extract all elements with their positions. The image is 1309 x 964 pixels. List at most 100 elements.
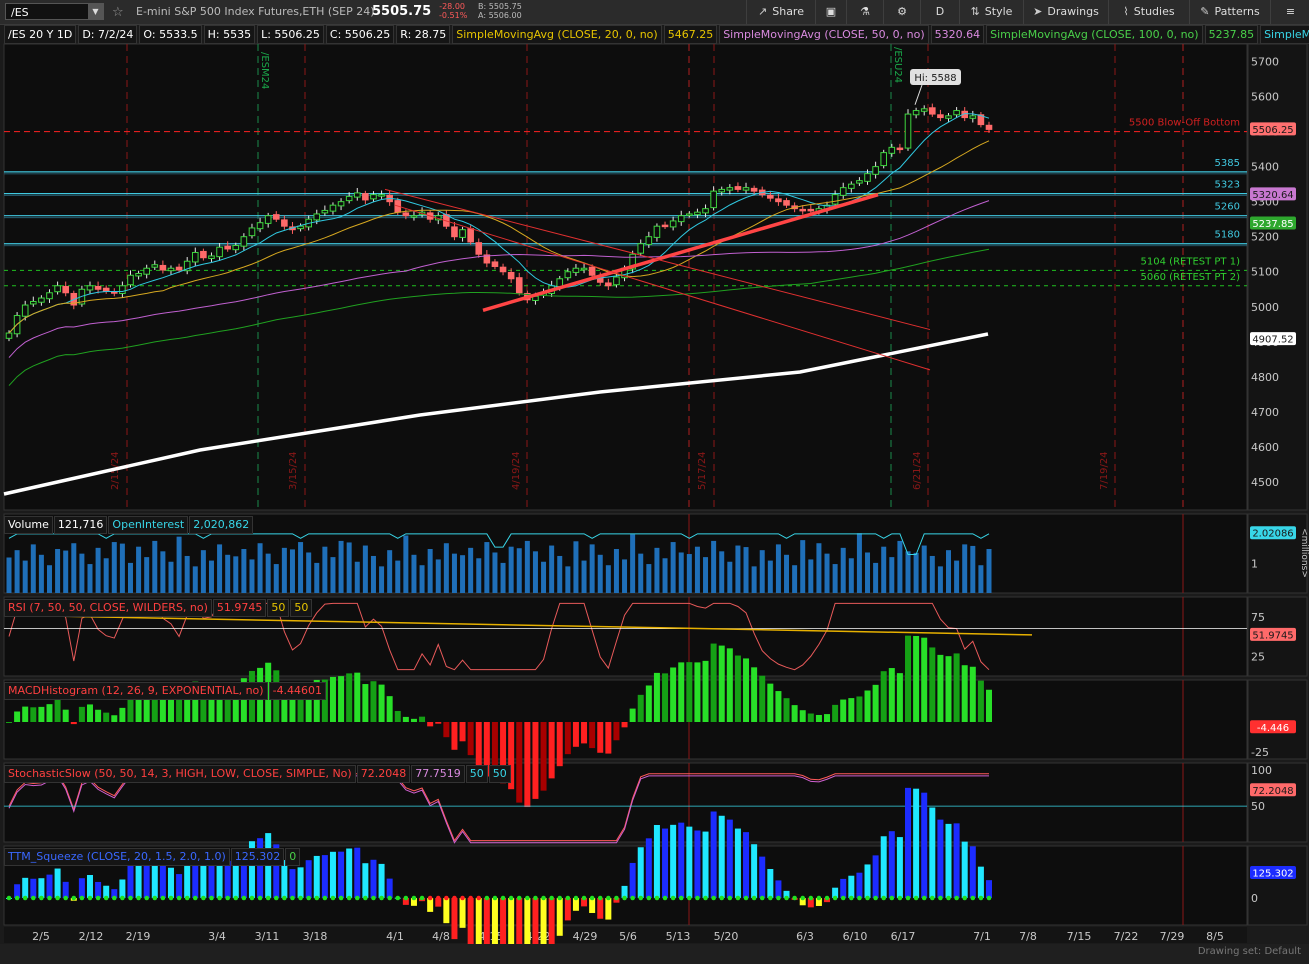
macd-bar (824, 714, 831, 722)
ttm-bar (119, 879, 126, 898)
ttm-squeeze-dot (6, 895, 12, 901)
volume-bar (451, 553, 457, 593)
ttm-squeeze-dot (865, 895, 870, 901)
stoch-title: StochasticSlow (50, 50, 14, 3, HIGH, LOW… (4, 765, 512, 783)
macd-bar (135, 696, 142, 722)
candle-body (588, 266, 596, 276)
candle-body (945, 115, 952, 119)
ttm-squeeze-dot (79, 895, 85, 901)
ttm-bar (289, 869, 296, 898)
ttm-value: 125.302 (230, 848, 285, 866)
volume-bar (694, 546, 700, 593)
ttm-squeeze-dot (144, 895, 149, 901)
candle-body (200, 250, 207, 259)
candle-body (208, 255, 215, 259)
candle-body (151, 264, 159, 268)
ttm-bar (840, 878, 847, 898)
stoch-ob: 50 (465, 765, 488, 783)
price-tick-label: 5000 (1251, 301, 1279, 314)
ttm-squeeze-dot (298, 895, 303, 901)
candle-body (807, 208, 815, 212)
ttm-squeeze-dot (776, 895, 781, 901)
x-tick-label: 4/8 (432, 930, 450, 943)
volume-bar (427, 549, 433, 593)
volume-bar (87, 564, 93, 593)
volume-bar (962, 544, 968, 593)
macd-bar (354, 672, 361, 722)
drawing-set[interactable]: Drawing set: Default (1198, 946, 1301, 957)
ttm-bar (759, 856, 766, 898)
volume-bar (873, 562, 879, 593)
volume-bar (55, 549, 61, 593)
candle-body (353, 192, 361, 198)
rsi-os: 50 (290, 599, 313, 617)
volume-bar (241, 549, 247, 593)
macd-bar (346, 673, 353, 722)
volume-bar (119, 543, 125, 593)
candle-body (224, 245, 231, 250)
macd-bar (127, 696, 134, 722)
macd-bar (70, 722, 77, 725)
volume-bar (289, 549, 295, 593)
ttm-bar (86, 875, 93, 898)
candle-body (669, 220, 677, 228)
volume-bar (95, 547, 101, 593)
ttm-squeeze-dot (727, 895, 733, 901)
macd-bar (14, 711, 21, 722)
volume-bar (589, 544, 595, 593)
macd-bar (524, 722, 531, 808)
ttm-squeeze-dot (743, 895, 749, 901)
chart-area[interactable]: 2/52/122/193/43/113/184/14/84/154/224/29… (0, 0, 1309, 964)
ttm-bar (184, 863, 191, 898)
volume-bar (816, 543, 822, 593)
ttm-squeeze-dot (824, 895, 830, 901)
macd-bar (564, 722, 571, 755)
macd-bar (54, 699, 61, 722)
candle-body (321, 209, 329, 214)
macd-bar (775, 691, 782, 722)
ttm-bar (653, 824, 660, 898)
macd-bar (581, 722, 588, 744)
ttm-squeeze-dot (654, 895, 660, 901)
volume-bar (152, 540, 158, 593)
volume-bar (127, 562, 133, 593)
ttm-squeeze-dot (363, 895, 368, 901)
candle-body (653, 225, 661, 238)
stoch-tick-label: 100 (1251, 764, 1272, 777)
ttm-bar (338, 851, 345, 898)
ttm-bar (905, 787, 912, 898)
volume-bar (468, 547, 474, 593)
candle-body (46, 292, 53, 300)
x-tick-label: 2/5 (32, 930, 50, 943)
ttm-squeeze-dot (168, 895, 174, 901)
ttm-bar (767, 868, 774, 898)
ttm-bar (313, 855, 320, 898)
ttm-bar (888, 831, 895, 898)
price-label-text: 5506.25 (1252, 125, 1293, 136)
ttm-squeeze-dot (152, 895, 158, 901)
ttm-bar (872, 855, 879, 898)
price-label-text: 5237.85 (1252, 219, 1293, 230)
macd-bar (159, 697, 166, 722)
rsi-title: RSI (7, 50, 50, CLOSE, WILDERS, no) 51.97… (4, 599, 313, 617)
macd-bar (621, 722, 628, 728)
ttm-squeeze-dot (986, 895, 992, 901)
macd-bar (832, 704, 839, 722)
ttm-squeeze-dot (55, 895, 60, 901)
macd-bar (815, 714, 822, 722)
macd-bar (443, 722, 450, 738)
candle-body (710, 190, 717, 209)
macd-bar (605, 722, 612, 754)
ttm-squeeze-dot (646, 895, 652, 901)
volume-bar (549, 545, 555, 593)
volume-bar (306, 552, 312, 593)
macd-bar (662, 673, 669, 722)
candle-body (645, 236, 653, 245)
volume-bar (929, 555, 935, 593)
ttm-squeeze-dot (606, 895, 611, 901)
candle-body (637, 243, 645, 254)
ttm-squeeze-dot (484, 895, 490, 901)
ttm-squeeze-dot (946, 895, 951, 901)
candle-body (507, 271, 515, 280)
volume-bar (168, 561, 174, 593)
